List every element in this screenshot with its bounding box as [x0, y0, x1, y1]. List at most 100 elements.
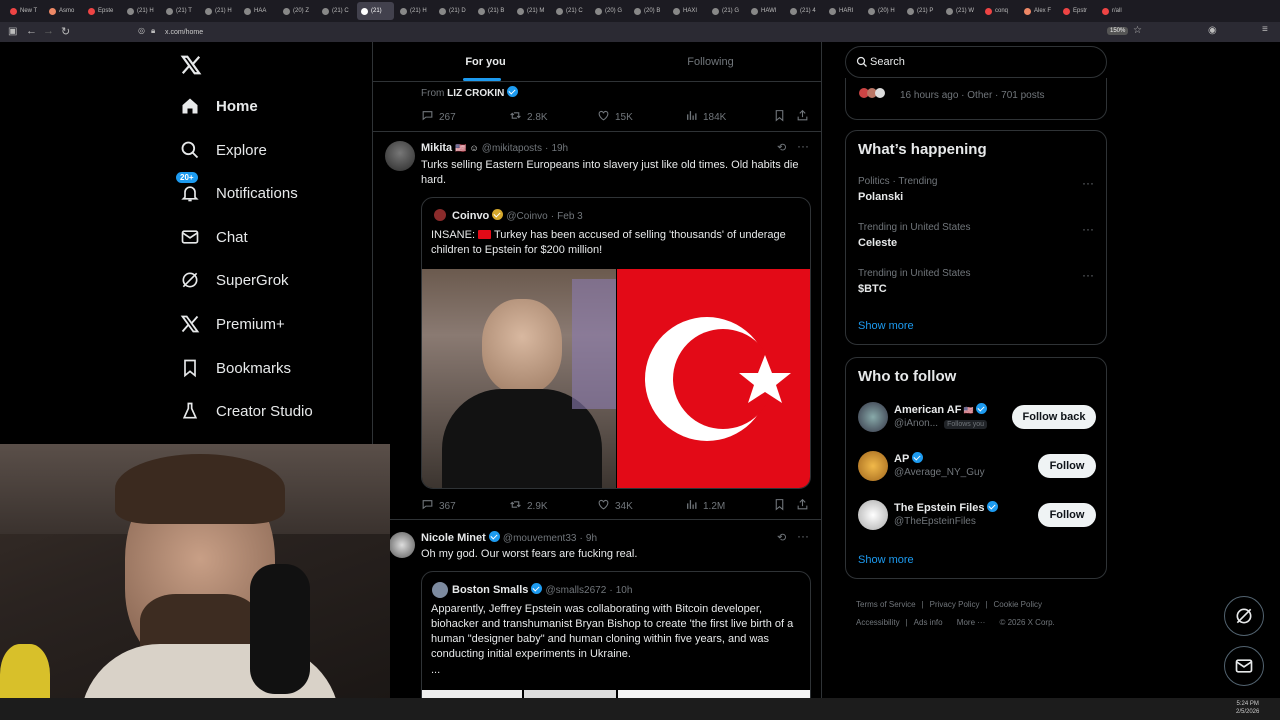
author-name[interactable]: Nicole Minet [421, 532, 486, 544]
more-icon[interactable]: ··· [1082, 268, 1094, 282]
like-button[interactable]: 15K [597, 109, 633, 125]
browser-tab[interactable]: (20) H [864, 2, 901, 20]
browser-tab[interactable]: (21) H [123, 2, 160, 20]
bookmark-button[interactable] [773, 498, 786, 514]
epstein-photo[interactable] [422, 269, 616, 488]
search-box[interactable]: Search [845, 46, 1107, 78]
share-button[interactable] [796, 109, 809, 125]
follow-account-name[interactable]: American AF 🇺🇸 [894, 403, 988, 416]
reload-icon[interactable]: ↻ [61, 25, 70, 38]
nav-item-bookmarks[interactable]: Bookmarks [180, 358, 291, 378]
browser-tab[interactable]: (21) P [903, 2, 940, 20]
footer-link[interactable]: Privacy Policy [930, 600, 980, 609]
live-panel[interactable]: 16 hours ago · Other · 701 posts [845, 78, 1107, 120]
follow-button[interactable]: Follow back [1012, 405, 1096, 429]
search-input[interactable]: Search [870, 56, 905, 68]
footer-link[interactable]: Accessibility [856, 618, 900, 627]
media-thumbnail[interactable] [618, 690, 810, 698]
browser-tab[interactable]: (20) G [591, 2, 628, 20]
turkey-flag-image[interactable] [617, 269, 810, 488]
footer-link[interactable]: Cookie Policy [994, 600, 1042, 609]
grok-fab[interactable] [1224, 596, 1264, 636]
browser-tab[interactable]: conq [981, 2, 1018, 20]
nav-item-chat[interactable]: Chat [180, 227, 248, 247]
more-icon[interactable]: ··· [1082, 176, 1094, 190]
browser-tab[interactable]: HAWI [747, 2, 784, 20]
reply-button[interactable]: 367 [421, 498, 456, 514]
post-time[interactable]: 9h [586, 533, 597, 544]
trend-item[interactable]: Trending in United States Celeste ··· [858, 222, 1098, 249]
grok-icon[interactable]: ⟲ [777, 531, 786, 544]
browser-tab[interactable]: (20) B [630, 2, 667, 20]
media-thumbnail[interactable] [422, 690, 522, 698]
repost-button[interactable]: 2.8K [509, 109, 548, 125]
browser-tab[interactable]: (21) W [942, 2, 979, 20]
footer-link[interactable]: Ads info [914, 618, 943, 627]
url-bar[interactable]: x.com/home [165, 29, 203, 36]
browser-tab[interactable]: (21) T [162, 2, 199, 20]
forward-icon[interactable]: → [43, 25, 54, 37]
back-icon[interactable]: ← [26, 25, 37, 37]
avatar[interactable] [858, 500, 888, 530]
author-handle[interactable]: @mikitaposts [482, 143, 542, 154]
messages-fab[interactable] [1224, 646, 1264, 686]
more-icon[interactable]: ··· [797, 139, 809, 153]
views-button[interactable]: 184K [685, 109, 726, 125]
avatar[interactable] [858, 451, 888, 481]
avatar[interactable] [858, 402, 888, 432]
trend-item[interactable]: Politics · Trending Polanski ··· [858, 176, 1098, 203]
author-name[interactable]: Mikita [421, 142, 452, 154]
sidebar-toggle-icon[interactable]: ▣ [8, 26, 17, 37]
author-handle[interactable]: @mouvement33 [503, 533, 577, 544]
browser-tab[interactable]: (21) D [435, 2, 472, 20]
quoted-post[interactable]: Boston Smalls @smalls2672 · 10h Apparent… [421, 571, 811, 698]
grok-icon[interactable]: ⟲ [777, 141, 786, 154]
nav-item-notifications[interactable]: 20+ Notifications [176, 172, 298, 203]
follow-button[interactable]: Follow [1038, 503, 1096, 527]
follow-account-name[interactable]: AP [894, 452, 924, 465]
from-author[interactable]: LIZ CROKIN [447, 88, 504, 99]
footer-link[interactable]: © 2026 X Corp. [999, 618, 1054, 627]
nav-item-premium[interactable]: Premium+ [180, 314, 285, 334]
browser-tab[interactable]: Asmo [45, 2, 82, 20]
browser-tab[interactable]: (21) 4 [786, 2, 823, 20]
share-button[interactable] [796, 498, 809, 514]
browser-tab[interactable]: (21) M [513, 2, 550, 20]
quoted-post[interactable]: Coinvo @Coinvo · Feb 3 INSANE: Turkey ha… [421, 197, 811, 489]
browser-tab[interactable]: (21) H [396, 2, 433, 20]
browser-tab[interactable]: (21) B [474, 2, 511, 20]
browser-tab[interactable]: Epstr [1059, 2, 1096, 20]
media-thumbnail[interactable] [524, 690, 616, 698]
browser-tab[interactable]: (21) H [201, 2, 238, 20]
reply-button[interactable]: 267 [421, 109, 456, 125]
more-icon[interactable]: ··· [797, 529, 809, 543]
menu-icon[interactable]: ≡ [1262, 24, 1268, 35]
x-logo-icon[interactable] [180, 54, 202, 81]
views-button[interactable]: 1.2M [685, 498, 725, 514]
browser-tab[interactable]: New T [6, 2, 43, 20]
browser-tab[interactable]: Alex F [1020, 2, 1057, 20]
star-icon[interactable]: ☆ [1133, 25, 1142, 36]
browser-tab[interactable]: Epste [84, 2, 121, 20]
nav-item-creator-studio[interactable]: Creator Studio [180, 401, 313, 421]
account-icon[interactable]: ◉ [1208, 25, 1217, 36]
tab-for-you[interactable]: For you [373, 42, 598, 82]
show-more-link[interactable]: Show more [858, 554, 914, 566]
avatar[interactable] [389, 532, 415, 558]
nav-item-home[interactable]: Home [180, 96, 258, 116]
tab-following[interactable]: Following [598, 42, 821, 82]
bookmark-button[interactable] [773, 109, 786, 125]
browser-tab[interactable]: HAXI [669, 2, 706, 20]
footer-link[interactable]: More ··· [957, 618, 985, 627]
show-more-link[interactable]: Show more [858, 320, 914, 332]
follow-button[interactable]: Follow [1038, 454, 1096, 478]
follow-account-name[interactable]: The Epstein Files [894, 501, 999, 514]
nav-item-explore[interactable]: Explore [180, 140, 267, 160]
browser-tab[interactable]: HARI [825, 2, 862, 20]
browser-tab[interactable]: (20) Z [279, 2, 316, 20]
browser-tab[interactable]: HAA [240, 2, 277, 20]
trend-item[interactable]: Trending in United States $BTC ··· [858, 268, 1098, 295]
avatar[interactable] [385, 141, 415, 171]
post-time[interactable]: 19h [551, 143, 568, 154]
nav-item-supergrok[interactable]: SuperGrok [180, 270, 289, 290]
